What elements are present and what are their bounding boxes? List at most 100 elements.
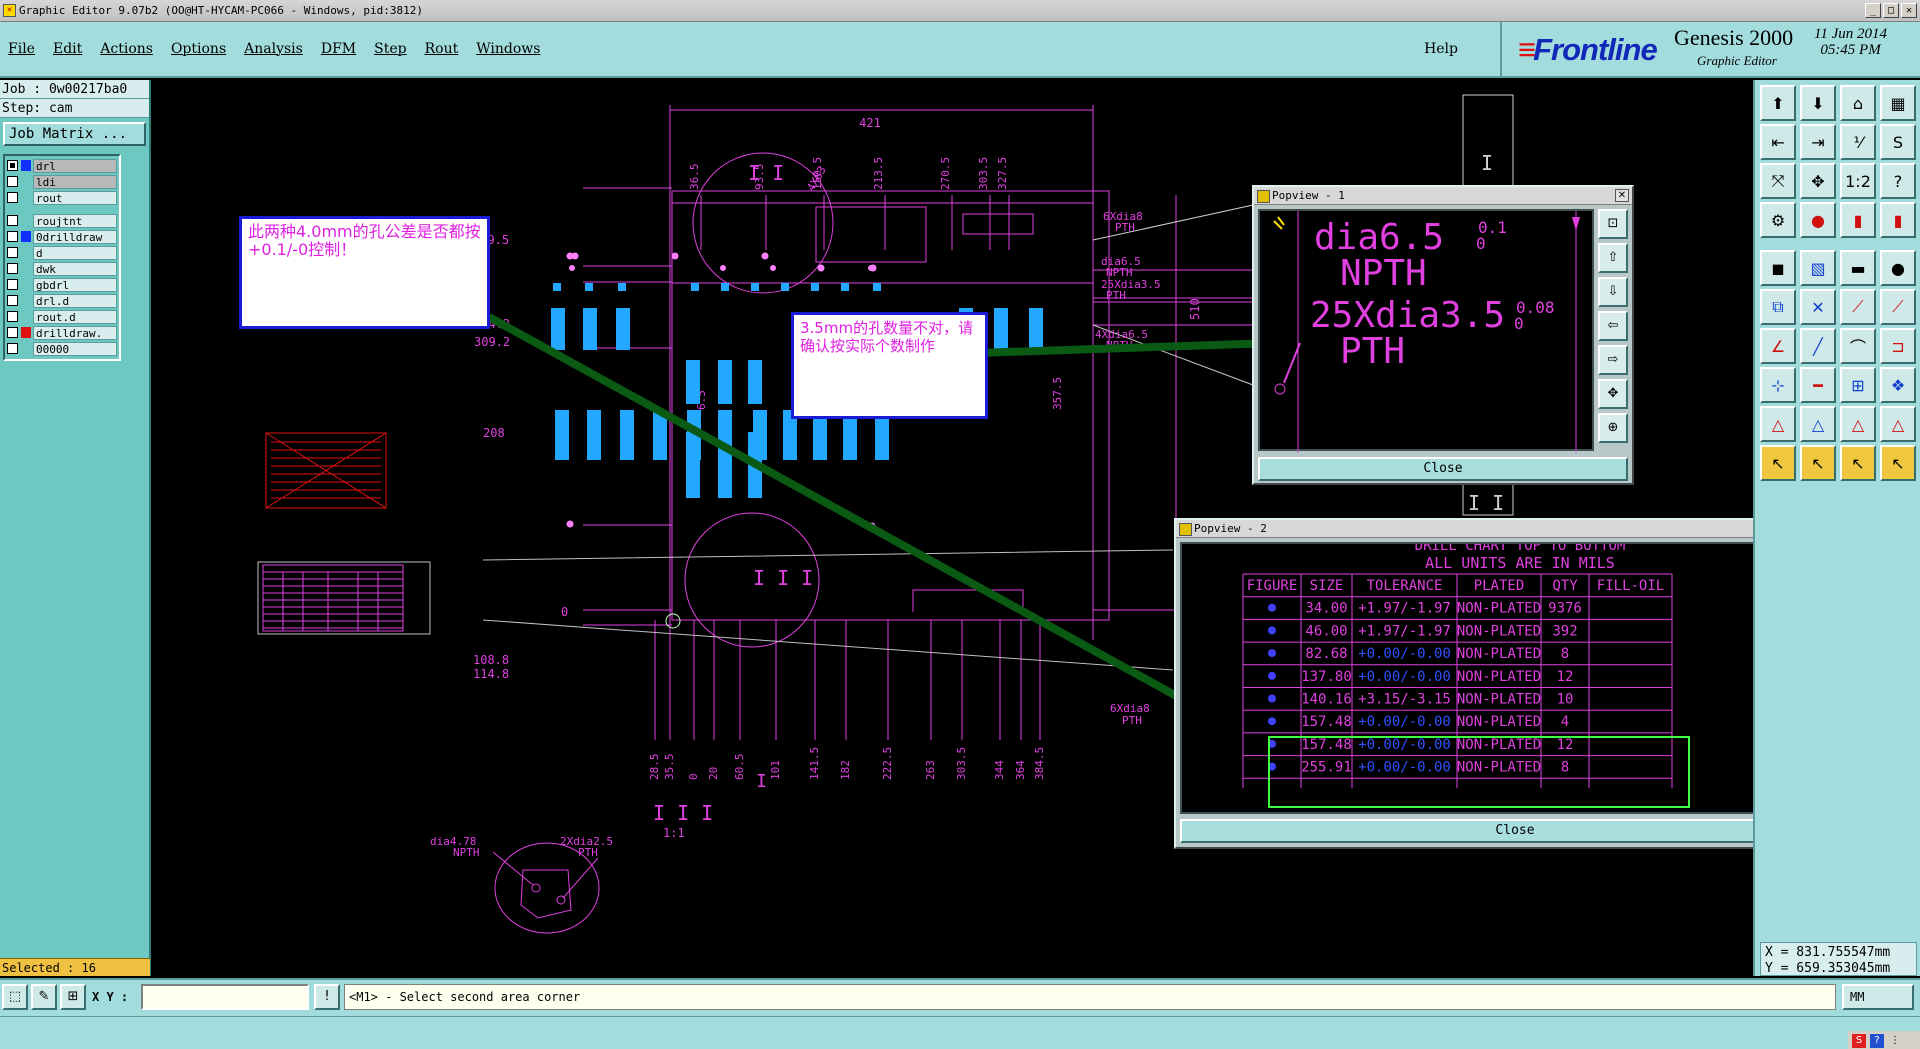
tray-help-icon[interactable]: ? (1870, 1033, 1884, 1048)
pan-right-icon[interactable]: ⇨ (1598, 345, 1628, 375)
popview-1-close-button[interactable]: Close (1258, 457, 1628, 481)
net-icon[interactable]: ⧉ (1760, 289, 1796, 325)
select-pad-icon[interactable]: ◼ (1760, 250, 1796, 286)
layer-row[interactable]: drilldraw. (7, 325, 117, 340)
layer-row[interactable]: drl (7, 158, 117, 173)
layer-checkbox[interactable] (7, 176, 18, 187)
ruler-icon[interactable]: ▬ (1840, 250, 1876, 286)
diagonal-icon[interactable]: ╱ (1800, 328, 1836, 364)
zoom-home-icon[interactable]: ✥ (1598, 379, 1628, 409)
layer-name[interactable]: dwk (33, 261, 117, 276)
zoom-out-icon[interactable]: ⇩ (1598, 277, 1628, 307)
connect2-icon[interactable]: ⟋ (1880, 289, 1916, 325)
menu-options[interactable]: Options (171, 41, 226, 57)
select-mode-icon[interactable]: ⬚ (2, 984, 28, 1010)
feature-icon[interactable]: ● (1800, 202, 1836, 238)
zoom-in-icon[interactable]: ⇧ (1598, 243, 1628, 273)
layer-row[interactable]: rout (7, 190, 117, 205)
tray-more-icon[interactable]: ⋮ (1888, 1034, 1902, 1048)
dot-icon[interactable]: ● (1880, 250, 1916, 286)
menu-edit[interactable]: Edit (53, 41, 82, 57)
layer-checkbox[interactable] (7, 231, 18, 242)
layer-checkbox[interactable] (7, 263, 18, 274)
xy-input[interactable] (141, 984, 309, 1010)
ratio-icon[interactable]: 1:2 (1840, 163, 1876, 199)
pointer2-icon[interactable]: ↖ (1800, 445, 1836, 481)
snap-icon[interactable]: S (1880, 124, 1916, 160)
layer-row[interactable]: dwk (7, 261, 117, 276)
pointer-icon[interactable]: ↖ (1760, 445, 1796, 481)
layer-row[interactable]: drl.d (7, 293, 117, 308)
layer-checkbox[interactable] (7, 247, 18, 258)
export-icon[interactable]: ⇥ (1800, 124, 1836, 160)
menu-analysis[interactable]: Analysis (244, 41, 303, 57)
menu-actions[interactable]: Actions (100, 41, 153, 57)
close-window-button[interactable]: ✕ (1901, 3, 1917, 18)
layer-name[interactable]: ldi (33, 174, 117, 189)
arc-icon[interactable]: ⌒ (1840, 328, 1876, 364)
pan-left-icon[interactable]: ⇦ (1598, 311, 1628, 341)
job-matrix-button[interactable]: Job Matrix ... (3, 122, 146, 146)
menu-rout[interactable]: Rout (425, 41, 459, 57)
layer-red2-icon[interactable]: ▮ (1880, 202, 1916, 238)
minimize-button[interactable]: _ (1865, 3, 1881, 18)
center-icon[interactable]: ⊕ (1598, 413, 1628, 443)
help-icon[interactable]: ? (1880, 163, 1916, 199)
layer-name[interactable]: gbdrl (33, 277, 117, 292)
triangle4-icon[interactable]: △ (1880, 406, 1916, 442)
menu-step[interactable]: Step (374, 41, 406, 57)
line-icon[interactable]: ∠ (1760, 328, 1796, 364)
layer-name[interactable]: roujtnt (33, 213, 117, 228)
grid-snap-icon[interactable]: ⊞ (60, 984, 86, 1010)
popview-2-viewport[interactable]: DRILL CHART TOP TO BOTTOM ALL UNITS ARE … (1180, 542, 1816, 814)
layer-checkbox[interactable] (7, 311, 18, 322)
layer-checkbox[interactable] (7, 327, 18, 338)
horizontal-icon[interactable]: ━ (1800, 367, 1836, 403)
layer-row[interactable]: d (7, 245, 117, 260)
pan-icon[interactable]: ✥ (1800, 163, 1836, 199)
layer-name[interactable]: rout.d (33, 309, 117, 324)
menu-file[interactable]: File (8, 41, 35, 57)
layer-checkbox[interactable] (7, 279, 18, 290)
triangle-icon[interactable]: △ (1760, 406, 1796, 442)
select-area-icon[interactable]: ▧ (1800, 250, 1836, 286)
layer-checkbox[interactable] (7, 160, 18, 171)
edit-mode-icon[interactable]: ✎ (31, 984, 57, 1010)
copy-icon[interactable]: ⊞ (1840, 367, 1876, 403)
popview-1-viewport[interactable]: dia6.5 0.1 0 NPTH 25Xdia3.5 0.08 0 PTH (1258, 209, 1594, 453)
connect-icon[interactable]: ⟋ (1840, 289, 1876, 325)
layer-row[interactable]: gbdrl (7, 277, 117, 292)
save-icon[interactable]: ⬇ (1800, 85, 1836, 121)
menu-windows[interactable]: Windows (476, 41, 540, 57)
fit-icon[interactable]: ⊡ (1598, 209, 1628, 239)
layer-row[interactable]: 00000 (7, 341, 117, 356)
pointer4-icon[interactable]: ↖ (1880, 445, 1916, 481)
cross-icon[interactable]: ✕ (1800, 289, 1836, 325)
annotation-note-quantity[interactable]: 3.5mm的孔数量不对，请确认按实际个数制作 (791, 312, 988, 419)
units-select[interactable]: MM (1842, 984, 1914, 1010)
triangle3-icon[interactable]: △ (1840, 406, 1876, 442)
home-icon[interactable]: ⌂ (1840, 85, 1876, 121)
move-icon[interactable]: ⊹ (1760, 367, 1796, 403)
menu-help[interactable]: Help (1424, 41, 1458, 57)
layer-name[interactable]: 0drilldraw (33, 229, 117, 244)
annotation-note-tolerance[interactable]: 此两种4.0mm的孔公差是否都按+0.1/-0控制！ (239, 216, 490, 329)
group-icon[interactable]: ❖ (1880, 367, 1916, 403)
popview-1-close-icon[interactable]: ✕ (1615, 189, 1629, 202)
triangle2-icon[interactable]: △ (1800, 406, 1836, 442)
layer-name[interactable]: d (33, 245, 117, 260)
zoom-fit-icon[interactable]: ⤧ (1760, 163, 1796, 199)
menu-dfm[interactable]: DFM (321, 41, 356, 57)
layer-name[interactable]: drilldraw. (33, 325, 117, 340)
pointer3-icon[interactable]: ↖ (1840, 445, 1876, 481)
maximize-button[interactable]: □ (1883, 3, 1899, 18)
layer-name[interactable]: rout (33, 190, 117, 205)
layer-checkbox[interactable] (7, 343, 18, 354)
layer-row[interactable]: rout.d (7, 309, 117, 324)
layer-name[interactable]: drl.d (33, 293, 117, 308)
scale-icon[interactable]: ⅟ (1840, 124, 1876, 160)
polyline-icon[interactable]: ⊐ (1880, 328, 1916, 364)
layer-name[interactable]: 00000 (33, 341, 117, 356)
layer-name[interactable]: drl (33, 158, 117, 173)
tray-s-icon[interactable]: S (1852, 1033, 1866, 1048)
